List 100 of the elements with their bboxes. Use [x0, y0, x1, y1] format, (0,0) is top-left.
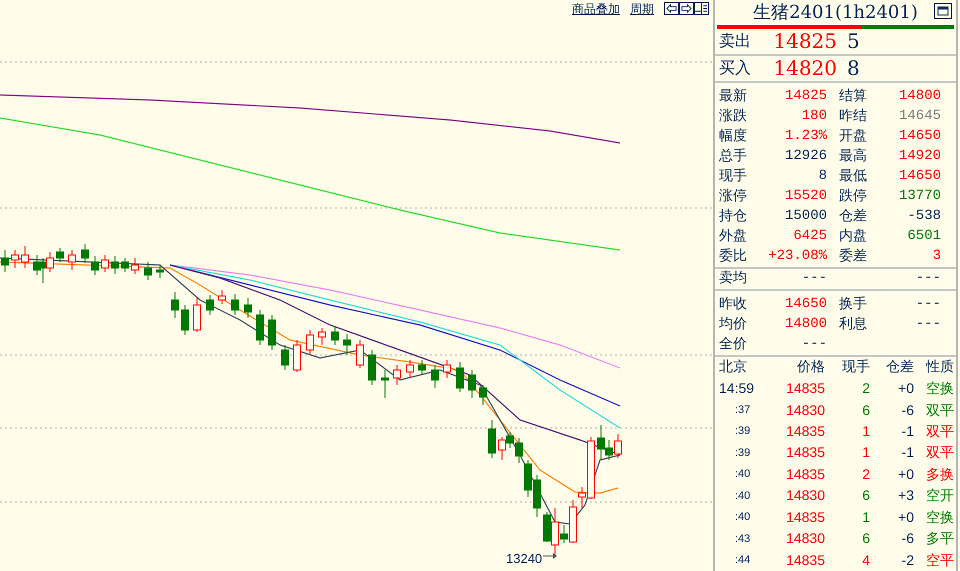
- split-panel-icon[interactable]: [694, 2, 709, 15]
- stat-label: 利息: [838, 315, 868, 334]
- stat-label: 换手: [838, 295, 868, 314]
- stat-label: 最高: [838, 147, 868, 166]
- candlestick: [21, 246, 29, 268]
- stat-label: 最新: [718, 87, 748, 106]
- stat-label: 全价: [718, 335, 748, 354]
- stat-value: 14800: [898, 87, 941, 106]
- column-header: 现手: [841, 358, 870, 377]
- stat-value: 14920: [898, 147, 941, 166]
- stat-value: 8: [818, 167, 827, 186]
- time-cell-text: :40: [734, 510, 752, 526]
- stat-value: 6425: [792, 227, 827, 246]
- stat-label: 外盘: [718, 227, 748, 246]
- time-cell-text: :43: [734, 532, 752, 547]
- stat-value: 12926: [784, 147, 827, 166]
- stat-value: 15520: [784, 187, 827, 206]
- time-cell-text: :37: [734, 402, 752, 418]
- candlestick: [111, 256, 119, 274]
- price-cell-text: 14835: [785, 379, 825, 398]
- candlestick: [418, 360, 426, 376]
- stat-label: 持仓: [718, 207, 748, 226]
- change-cell-text: +0: [897, 508, 914, 527]
- stat-value: 14800: [784, 315, 827, 334]
- stat-value: 3: [932, 247, 941, 266]
- stat-value: -538: [906, 207, 941, 226]
- stat-label: 现手: [718, 167, 748, 186]
- left-arrow-icon[interactable]: [664, 2, 679, 15]
- stat-value: ---: [800, 335, 827, 354]
- candlestick: [318, 328, 326, 346]
- toolbar-link[interactable]: 周期: [630, 0, 654, 18]
- candlestick: [91, 256, 99, 276]
- quote-label: 卖出: [718, 30, 752, 52]
- stat-value: 14825: [784, 87, 827, 106]
- price-cell-text: 14835: [785, 550, 825, 570]
- candlestick: [121, 258, 129, 272]
- candlestick: [244, 298, 252, 318]
- volume-cell-text: 2: [861, 379, 870, 398]
- candlestick: [456, 362, 464, 392]
- price-cell-text: 14835: [785, 464, 825, 484]
- right-arrow-icon[interactable]: [679, 2, 694, 15]
- stat-label: 最低: [838, 167, 868, 186]
- column-header: 性质: [924, 358, 954, 377]
- nature-cell-text: 空换: [925, 379, 954, 398]
- time-cell-text: :44: [734, 553, 752, 568]
- stat-value: ---: [914, 315, 941, 334]
- price-cell-text: 14835: [785, 443, 825, 462]
- candlestick: [171, 292, 179, 318]
- stat-value: 14645: [898, 107, 941, 126]
- stat-value: 15000: [784, 207, 827, 226]
- stat-label: 昨结: [838, 107, 868, 126]
- change-cell-text: -1: [900, 422, 914, 442]
- instrument-title: 生猪2401(1h2401): [753, 1, 918, 25]
- nature-cell-text: 多平: [925, 529, 954, 548]
- change-cell-text: -2: [900, 550, 914, 570]
- column-header: 仓差: [885, 358, 914, 377]
- volume-cell-text: 1: [861, 422, 870, 442]
- candlestick: [368, 350, 376, 386]
- price-cell-text: 14830: [785, 529, 825, 548]
- stat-label: 仓差: [838, 207, 868, 226]
- stat-value: 1.23%: [784, 127, 827, 146]
- stat-value: 180: [800, 107, 827, 126]
- stat-value: 13770: [898, 187, 941, 206]
- nature-cell-text: 多换: [925, 464, 954, 484]
- pointer-arrow: [542, 553, 557, 559]
- time-cell-text: :39: [734, 446, 752, 461]
- stat-value: 14650: [898, 127, 941, 146]
- stat-label: 内盘: [838, 227, 868, 246]
- candlestick: [343, 334, 351, 356]
- candlestick: [101, 254, 109, 272]
- volume-cell-text: 6: [861, 486, 870, 506]
- candlestick: [156, 264, 164, 278]
- candlestick: [11, 250, 19, 268]
- candlestick: [56, 248, 64, 262]
- volume-cell-text: 2: [861, 464, 870, 484]
- candlestick: [231, 294, 239, 316]
- stat-label: 涨停: [718, 187, 748, 206]
- nature-cell-text: 双平: [925, 443, 954, 462]
- price-cell-text: 14830: [785, 400, 825, 420]
- candlestick: [306, 330, 314, 356]
- toolbar-link[interactable]: 商品叠加: [572, 0, 620, 18]
- stat-value: ---: [914, 295, 941, 314]
- time-cell-text: :39: [734, 424, 752, 440]
- time-cell-text: :40: [734, 488, 752, 504]
- time-cell-text: :40: [734, 467, 752, 482]
- nature-cell-text: 空换: [925, 508, 954, 527]
- volume-value: 5: [847, 28, 860, 56]
- candlestick: [406, 360, 414, 378]
- column-header: 价格: [796, 358, 825, 377]
- stat-value: +23.08%: [767, 247, 827, 266]
- volume-cell-text: 1: [861, 508, 870, 527]
- candlestick: [443, 360, 451, 378]
- maximize-icon[interactable]: [934, 3, 952, 19]
- candlestick: [468, 370, 476, 398]
- candlestick: [393, 364, 401, 386]
- price-cell-text: 14830: [785, 486, 825, 506]
- stat-label: 幅度: [718, 127, 748, 146]
- nature-cell-text: 双平: [925, 400, 954, 420]
- candlestick: [193, 298, 201, 332]
- stat-label: 委比: [718, 247, 748, 266]
